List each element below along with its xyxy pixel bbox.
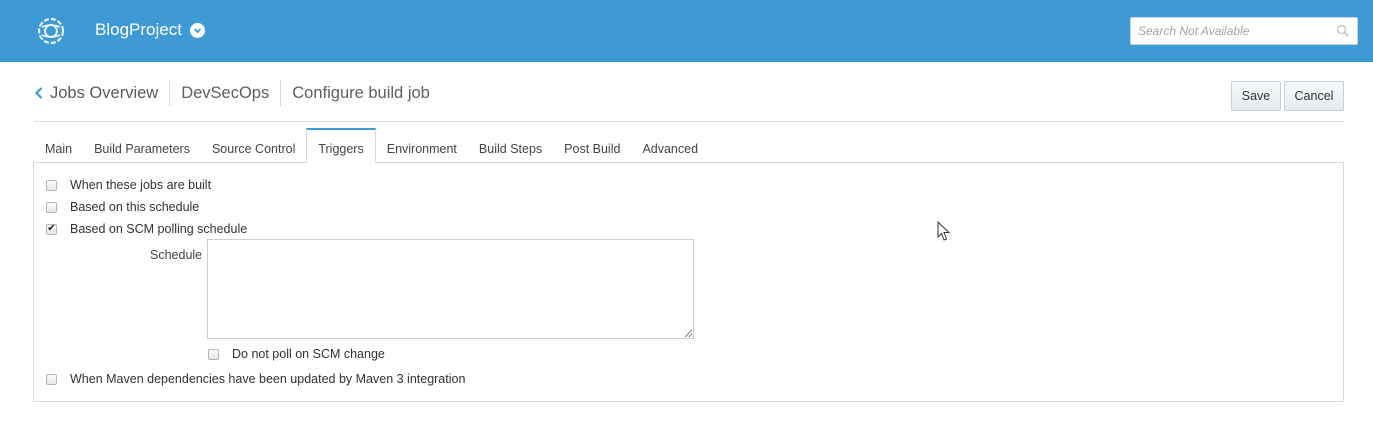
cancel-button[interactable]: Cancel bbox=[1284, 81, 1344, 111]
maven-checkbox[interactable] bbox=[46, 373, 57, 385]
tab-build-parameters[interactable]: Build Parameters bbox=[83, 128, 201, 163]
project-name: BlogProject bbox=[95, 20, 182, 39]
divider bbox=[34, 121, 1344, 122]
schedule-field-label: Schedule bbox=[150, 248, 203, 262]
top-bar: BlogProject bbox=[0, 0, 1373, 62]
tab-post-build[interactable]: Post Build bbox=[553, 128, 631, 163]
save-button[interactable]: Save bbox=[1231, 81, 1281, 111]
chevron-left-icon bbox=[35, 87, 43, 99]
jobs-built-label: When these jobs are built bbox=[70, 178, 212, 192]
breadcrumb: Jobs Overview DevSecOps Configure build … bbox=[35, 80, 430, 106]
tab-build-steps[interactable]: Build Steps bbox=[468, 128, 553, 163]
no-poll-label: Do not poll on SCM change bbox=[232, 347, 385, 361]
page-title: Configure build job bbox=[292, 83, 430, 102]
tab-bar: Main Build Parameters Source Control Tri… bbox=[34, 128, 709, 163]
breadcrumb-jobs-overview: Jobs Overview bbox=[50, 83, 159, 102]
scm-polling-checkbox[interactable]: ✔ bbox=[46, 223, 57, 235]
trigger-maven-row: When Maven dependencies have been update… bbox=[46, 372, 465, 386]
project-name-menu[interactable]: BlogProject bbox=[95, 20, 205, 40]
trigger-schedule-row: Based on this schedule bbox=[46, 200, 199, 214]
trigger-jobs-built-row: When these jobs are built bbox=[46, 178, 211, 192]
tab-advanced[interactable]: Advanced bbox=[631, 128, 709, 163]
no-poll-row: Do not poll on SCM change bbox=[208, 347, 385, 361]
schedule-label: Based on this schedule bbox=[70, 200, 200, 214]
search-input[interactable] bbox=[1131, 18, 1326, 44]
maven-label: When Maven dependencies have been update… bbox=[70, 372, 466, 386]
schedule-checkbox[interactable] bbox=[46, 201, 57, 213]
scm-polling-label: Based on SCM polling schedule bbox=[70, 222, 248, 236]
chevron-down-circle-icon bbox=[189, 22, 205, 38]
breadcrumb-devsecops[interactable]: DevSecOps bbox=[181, 84, 269, 103]
tab-source-control[interactable]: Source Control bbox=[201, 128, 306, 163]
no-poll-checkbox[interactable] bbox=[208, 348, 219, 360]
breadcrumb-back-link[interactable]: Jobs Overview bbox=[35, 84, 158, 103]
search-icon[interactable] bbox=[1336, 24, 1350, 38]
breadcrumb-separator bbox=[169, 80, 171, 106]
jobs-built-checkbox[interactable] bbox=[46, 179, 57, 191]
search-box[interactable] bbox=[1130, 17, 1358, 45]
tab-triggers[interactable]: Triggers bbox=[306, 128, 376, 163]
trigger-scm-polling-row: ✔ Based on SCM polling schedule bbox=[46, 222, 247, 236]
checkmark-icon: ✔ bbox=[47, 223, 56, 234]
schedule-textarea[interactable] bbox=[207, 239, 694, 339]
tab-environment[interactable]: Environment bbox=[376, 128, 468, 163]
breadcrumb-separator bbox=[280, 80, 282, 106]
tab-main[interactable]: Main bbox=[34, 128, 83, 163]
project-logo-icon[interactable] bbox=[34, 14, 68, 48]
mouse-pointer-icon bbox=[937, 221, 951, 241]
